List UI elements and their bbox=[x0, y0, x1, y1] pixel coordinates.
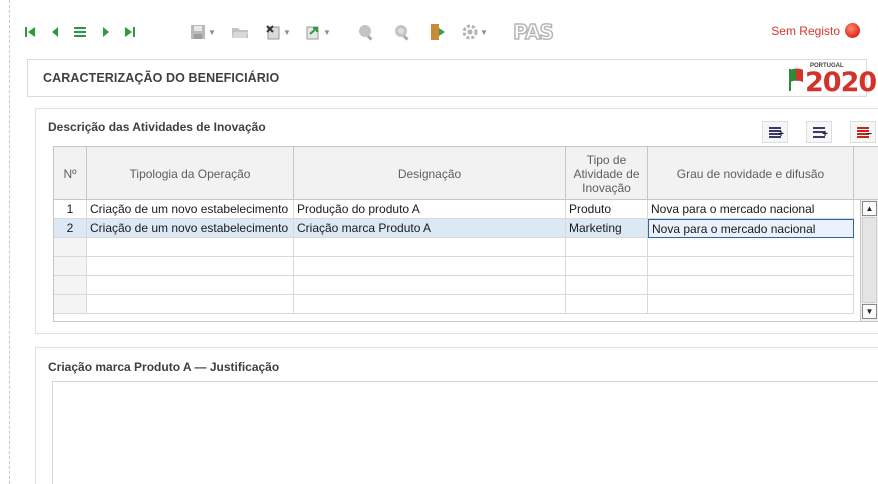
search-advanced-icon[interactable] bbox=[391, 22, 413, 42]
empty-row[interactable] bbox=[54, 295, 854, 314]
last-record-icon[interactable] bbox=[122, 22, 138, 42]
export-icon[interactable]: ▼ bbox=[303, 22, 333, 42]
list-icon[interactable] bbox=[72, 22, 88, 42]
column-header-tipologia[interactable]: Tipologia da Operação bbox=[87, 147, 294, 200]
column-header-num[interactable]: Nº bbox=[54, 147, 87, 200]
beneficiary-header: CARACTERIZAÇÃO DO BENEFICIÁRIO bbox=[27, 59, 867, 97]
column-header-grau[interactable]: Grau de novidade e difusão bbox=[648, 147, 854, 200]
cell-tipologia[interactable]: Criação de um novo estabelecimento bbox=[87, 219, 294, 238]
cell-designacao[interactable]: Produção do produto A bbox=[294, 200, 566, 219]
cell-grau[interactable]: Nova para o mercado nacional bbox=[648, 200, 854, 219]
cell-num[interactable]: 1 bbox=[54, 200, 87, 219]
exit-icon[interactable] bbox=[427, 22, 449, 42]
scroll-thumb[interactable] bbox=[862, 217, 877, 303]
empty-row[interactable] bbox=[54, 238, 854, 257]
justification-title: Criação marca Produto A — Justificação bbox=[48, 360, 280, 374]
scroll-down-arrow-icon[interactable]: ▼ bbox=[862, 304, 877, 319]
pas-logo-icon[interactable]: PAS bbox=[510, 19, 556, 45]
justification-section: Criação marca Produto A — Justificação bbox=[35, 347, 878, 484]
column-header-tipo[interactable]: Tipo de Atividade de Inovação bbox=[566, 147, 648, 200]
innovation-activities-section: Descrição das Atividades de Inovação + +… bbox=[35, 108, 878, 334]
scroll-up-arrow-icon[interactable]: ▲ bbox=[862, 201, 877, 216]
append-row-button[interactable]: + bbox=[806, 121, 832, 143]
open-folder-icon[interactable] bbox=[229, 22, 251, 42]
delete-row-button[interactable]: − bbox=[850, 121, 876, 143]
cell-num[interactable]: 2 bbox=[54, 219, 87, 238]
save-icon[interactable]: ▼ bbox=[188, 22, 218, 42]
registration-status: Sem Registo bbox=[771, 23, 860, 38]
status-indicator-icon bbox=[845, 23, 860, 38]
first-record-icon[interactable] bbox=[22, 22, 38, 42]
table-scrollbar[interactable]: ▲ ▼ bbox=[860, 200, 878, 321]
insert-row-button[interactable]: + bbox=[762, 121, 788, 143]
logo-year: 2020 bbox=[805, 67, 877, 98]
search-icon[interactable] bbox=[355, 22, 377, 42]
cell-tipo[interactable]: Marketing bbox=[566, 219, 648, 238]
application-window: ▼ ▼ ▼ ▼ PAS Sem Registo CARACTERIZAÇÃO D… bbox=[9, 0, 878, 484]
section-title: Descrição das Atividades de Inovação bbox=[48, 120, 266, 134]
toolbar: ▼ ▼ ▼ ▼ PAS Sem Registo bbox=[10, 0, 878, 58]
column-header-designacao[interactable]: Designação bbox=[294, 147, 566, 200]
activities-table: Nº Tipologia da Operação Designação Tipo… bbox=[53, 146, 878, 322]
cell-tipo[interactable]: Produto bbox=[566, 200, 648, 219]
table-header: Nº Tipologia da Operação Designação Tipo… bbox=[54, 147, 878, 200]
portugal-flag-icon bbox=[789, 68, 803, 91]
next-record-icon[interactable] bbox=[99, 22, 113, 42]
pas-logo-text: PAS bbox=[512, 19, 554, 45]
empty-row[interactable] bbox=[54, 276, 854, 295]
justification-textarea[interactable] bbox=[52, 381, 878, 484]
cell-grau-focused[interactable]: Nova para o mercado nacional bbox=[648, 219, 854, 238]
page-title: CARACTERIZAÇÃO DO BENEFICIÁRIO bbox=[43, 71, 280, 85]
cell-designacao[interactable]: Criação marca Produto A bbox=[294, 219, 566, 238]
empty-row[interactable] bbox=[54, 257, 854, 276]
table-row[interactable]: 1 Criação de um novo estabelecimento Pro… bbox=[54, 200, 854, 219]
status-text: Sem Registo bbox=[771, 23, 840, 38]
settings-gear-icon[interactable]: ▼ bbox=[460, 22, 490, 42]
table-row-selected[interactable]: 2 Criação de um novo estabelecimento Cri… bbox=[54, 219, 854, 238]
portugal-2020-logo: PORTUGAL 2020 bbox=[788, 62, 878, 98]
previous-record-icon[interactable] bbox=[48, 22, 62, 42]
cell-tipologia[interactable]: Criação de um novo estabelecimento bbox=[87, 200, 294, 219]
close-document-icon[interactable]: ▼ bbox=[263, 22, 293, 42]
